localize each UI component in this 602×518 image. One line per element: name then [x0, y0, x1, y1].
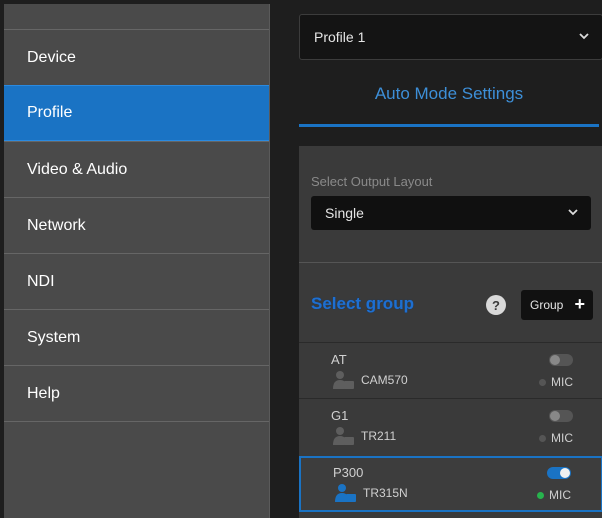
group-name: G1: [331, 408, 349, 423]
camera-name: TR315N: [363, 486, 408, 500]
tab-active-indicator: [299, 124, 599, 127]
sidebar-item-label: NDI: [27, 272, 55, 290]
help-icon[interactable]: ?: [486, 295, 506, 315]
output-layout-value: Single: [325, 205, 364, 221]
settings-panel: Select Output Layout Single Select group…: [299, 146, 602, 518]
chevron-down-icon: [568, 209, 578, 216]
mic-label: MIC: [549, 488, 571, 502]
camera-person-icon: [333, 427, 354, 445]
group-toggle[interactable]: [547, 467, 571, 479]
sidebar-item-label: Network: [27, 216, 86, 234]
group-row-p300[interactable]: P300 TR315N MIC: [299, 456, 602, 512]
camera-name: TR211: [361, 429, 397, 443]
camera-person-icon: [333, 371, 354, 389]
camera-name: CAM570: [361, 373, 408, 387]
tab-auto-mode-settings[interactable]: Auto Mode Settings: [299, 84, 599, 104]
sidebar-item-label: Help: [27, 384, 60, 402]
output-layout-label: Select Output Layout: [311, 174, 433, 189]
sidebar-item-ndi[interactable]: NDI: [4, 253, 269, 309]
plus-icon: +: [574, 294, 585, 314]
mic-status: MIC: [539, 431, 573, 445]
output-layout-dropdown[interactable]: Single: [311, 196, 591, 230]
group-toggle[interactable]: [549, 410, 573, 422]
sidebar-top-spacer: [4, 4, 269, 29]
sidebar-nav: Device Profile Video & Audio Network NDI…: [4, 4, 270, 518]
mic-status-dot: [539, 378, 546, 386]
sidebar-item-label: Device: [27, 48, 76, 66]
sidebar-item-label: Profile: [27, 104, 73, 121]
sidebar-item-network[interactable]: Network: [4, 197, 269, 253]
group-name: P300: [333, 465, 364, 480]
mic-label: MIC: [551, 431, 573, 445]
mic-status: MIC: [537, 488, 571, 502]
toggle-knob: [560, 468, 570, 478]
mic-status: MIC: [539, 375, 573, 389]
toggle-knob: [550, 411, 560, 421]
toggle-knob: [550, 355, 560, 365]
camera-person-icon: [335, 484, 356, 502]
mic-status-dot: [539, 434, 546, 442]
main-panel: Profile 1 Auto Mode Settings Select Outp…: [271, 4, 602, 518]
mic-label: MIC: [551, 375, 573, 389]
group-toggle[interactable]: [549, 354, 573, 366]
group-row-at[interactable]: AT CAM570 MIC: [299, 342, 602, 398]
chevron-down-icon: [579, 33, 589, 40]
group-name: AT: [331, 352, 347, 367]
sidebar-item-label: Video & Audio: [27, 160, 128, 178]
mic-status-dot: [537, 491, 544, 499]
profile-dropdown-value: Profile 1: [314, 29, 366, 45]
profile-dropdown[interactable]: Profile 1: [299, 14, 602, 60]
sidebar-item-system[interactable]: System: [4, 309, 269, 365]
sidebar-item-video-audio[interactable]: Video & Audio: [4, 141, 269, 197]
sidebar-item-label: System: [27, 328, 81, 346]
sidebar-divider: [4, 421, 269, 422]
add-group-label: Group: [530, 298, 564, 312]
panel-divider: [299, 262, 602, 263]
sidebar-item-help[interactable]: Help: [4, 365, 269, 421]
group-row-g1[interactable]: G1 TR211 MIC: [299, 398, 602, 454]
select-group-heading: Select group: [311, 294, 414, 313]
sidebar-item-device[interactable]: Device: [4, 29, 269, 85]
sidebar-item-profile[interactable]: Profile: [4, 85, 269, 141]
add-group-button[interactable]: Group +: [521, 290, 593, 320]
